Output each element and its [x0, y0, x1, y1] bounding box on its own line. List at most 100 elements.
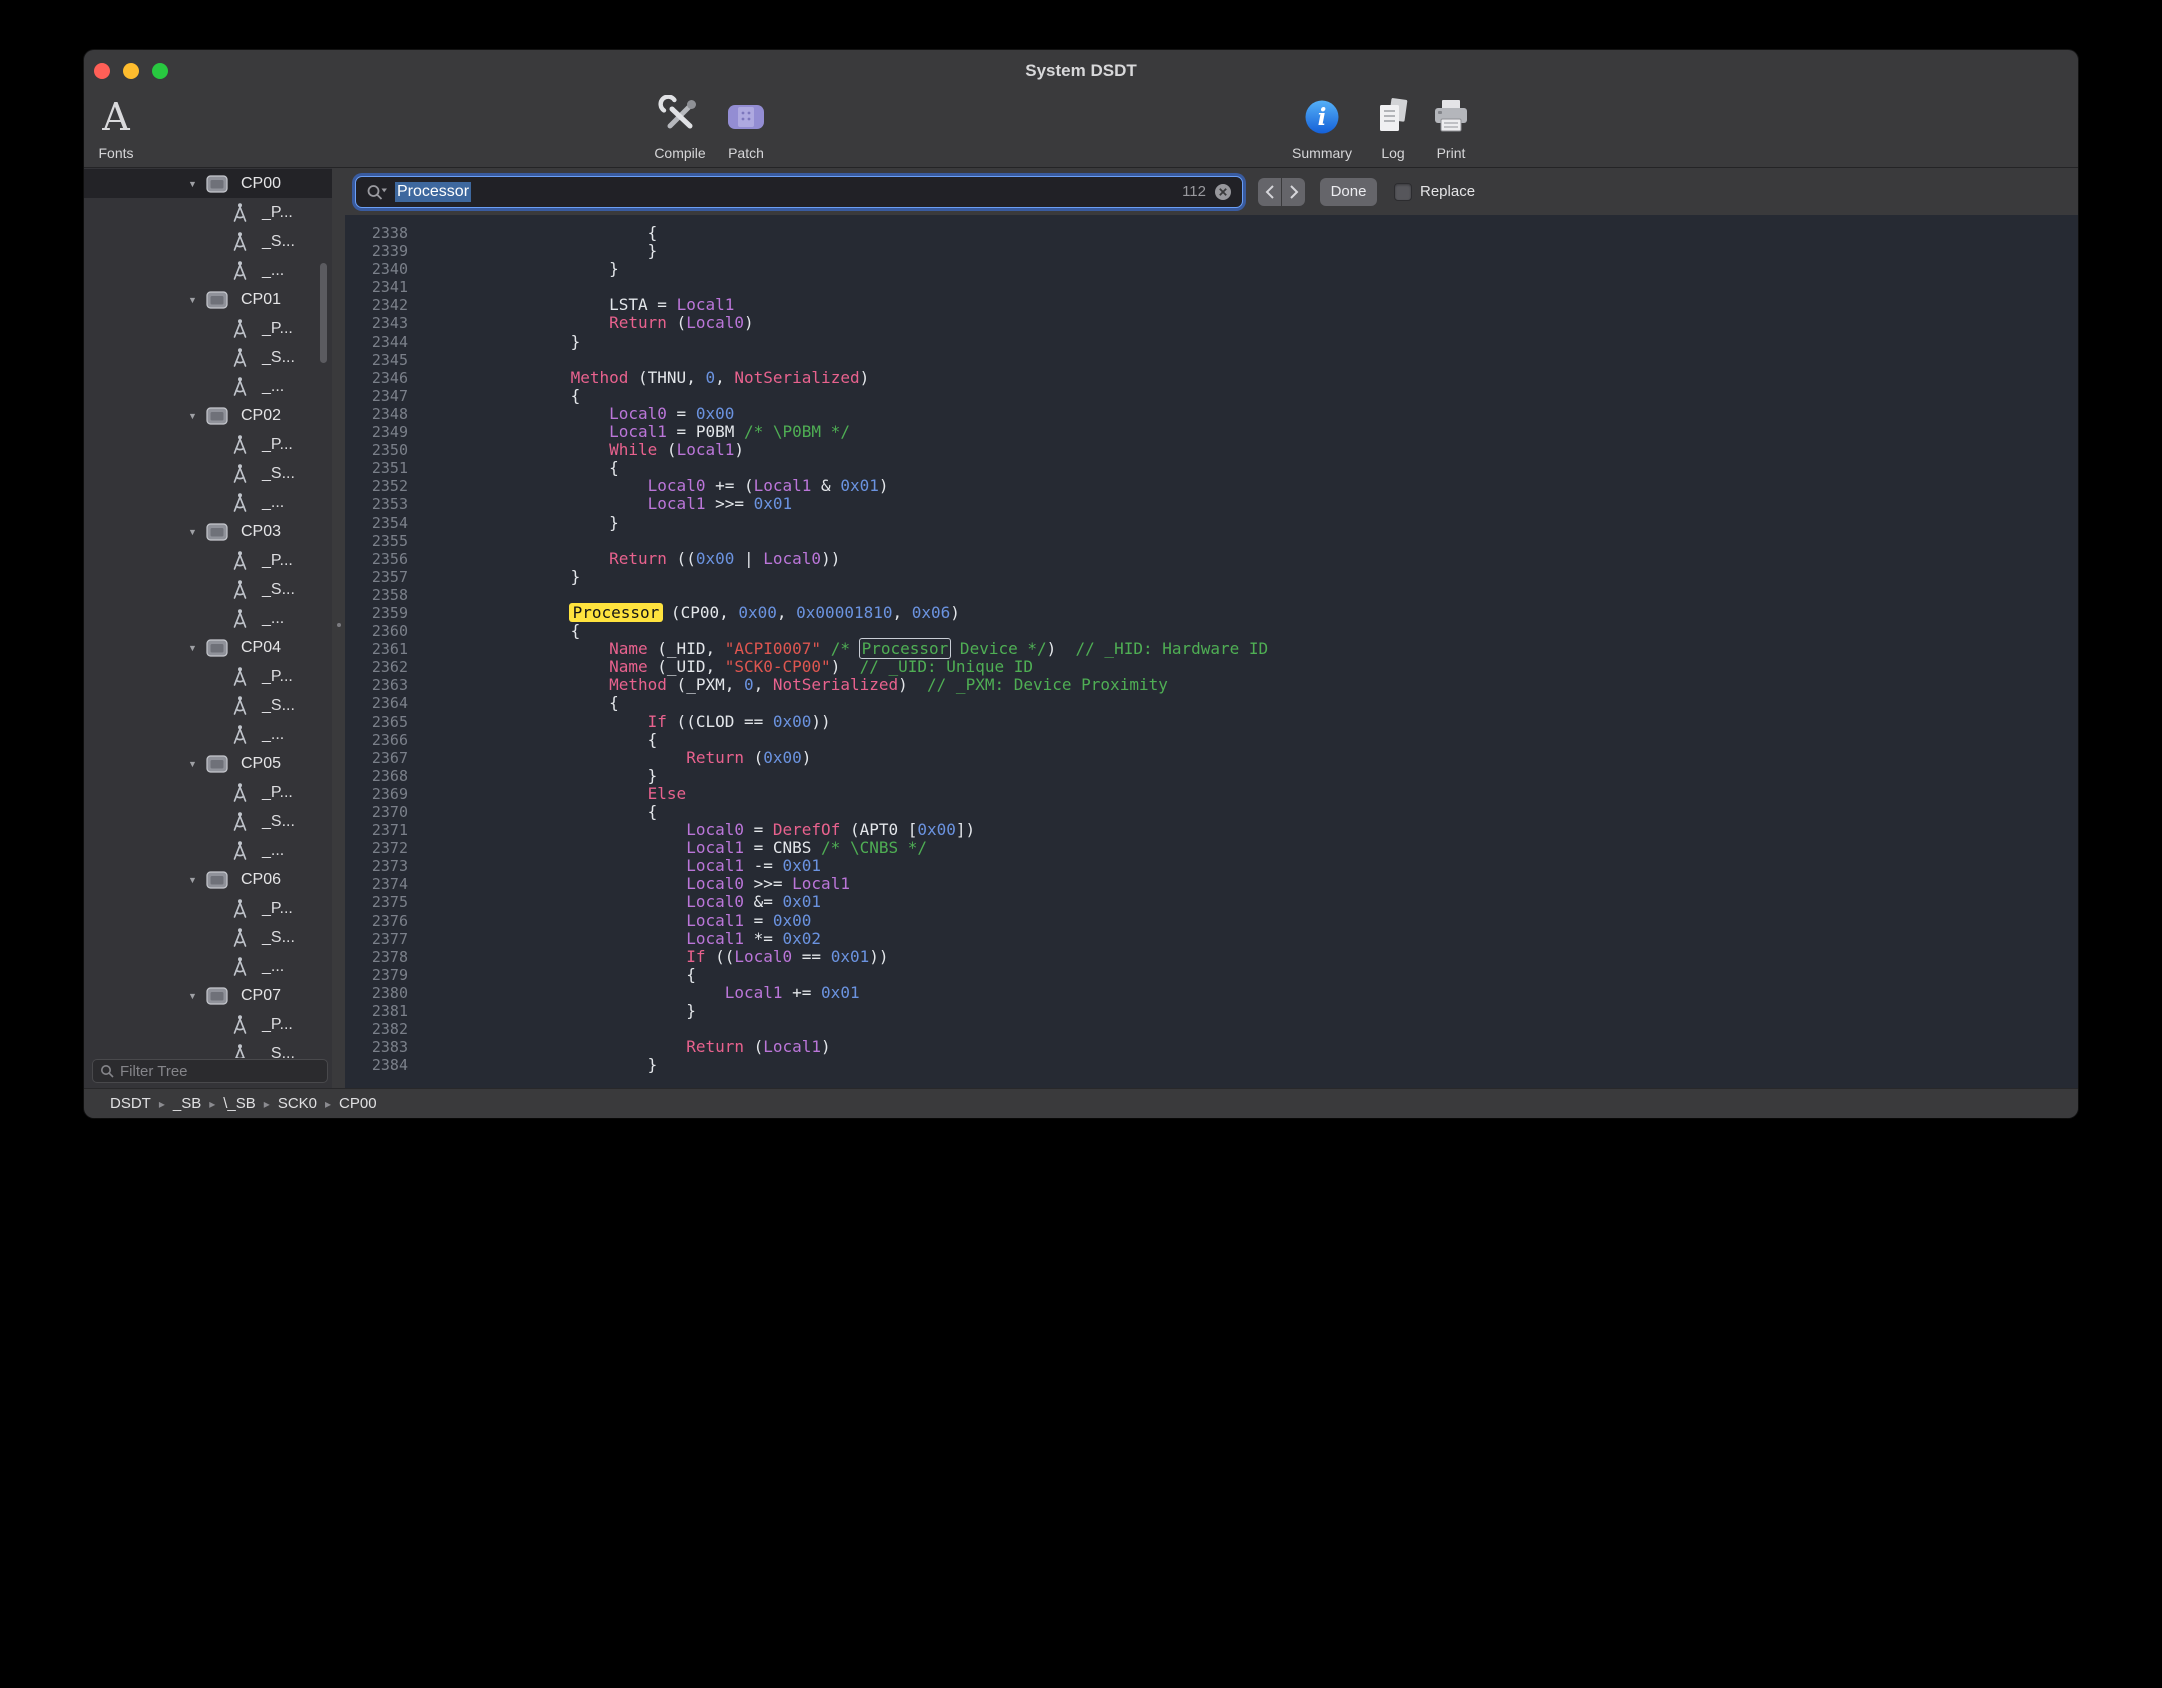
breadcrumb-item[interactable]: CP00	[339, 1095, 377, 1112]
code-line[interactable]: Processor (CP00, 0x00, 0x00001810, 0x06)	[455, 604, 2078, 622]
code-line[interactable]: Else	[455, 785, 2078, 803]
replace-option[interactable]: Replace	[1394, 183, 1475, 201]
breadcrumb-item[interactable]: DSDT	[110, 1095, 151, 1112]
toolbar-fonts-button[interactable]: A Fonts	[84, 90, 164, 161]
code-line[interactable]: Name (_HID, "ACPI0007" /* Processor Devi…	[455, 640, 2078, 658]
tree-group-cp07[interactable]: ▼CP07	[84, 981, 332, 1010]
tree-item[interactable]: _...	[84, 604, 332, 633]
code-line[interactable]: Method (_PXM, 0, NotSerialized) // _PXM:…	[455, 676, 2078, 694]
tree-item[interactable]: _...	[84, 488, 332, 517]
tree-item[interactable]: _S...	[84, 807, 332, 836]
disclosure-triangle-icon[interactable]: ▼	[188, 759, 206, 769]
tree-item[interactable]: _...	[84, 256, 332, 285]
code-line[interactable]: }	[455, 260, 2078, 278]
code-line[interactable]: Return (0x00)	[455, 749, 2078, 767]
code-line[interactable]: While (Local1)	[455, 441, 2078, 459]
disclosure-triangle-icon[interactable]: ▼	[188, 643, 206, 653]
code-line[interactable]	[455, 351, 2078, 369]
code-line[interactable]: Local1 = CNBS /* \CNBS */	[455, 839, 2078, 857]
breadcrumb-item[interactable]: SCK0	[278, 1095, 317, 1112]
disclosure-triangle-icon[interactable]: ▼	[188, 527, 206, 537]
tree-item[interactable]: _P...	[84, 778, 332, 807]
code-line[interactable]: {	[455, 224, 2078, 242]
code-line[interactable]: }	[455, 568, 2078, 586]
tree-item[interactable]: _P...	[84, 662, 332, 691]
code-line[interactable]: Local0 = 0x00	[455, 405, 2078, 423]
tree-item[interactable]: _P...	[84, 894, 332, 923]
tree-group-cp06[interactable]: ▼CP06	[84, 865, 332, 894]
code-line[interactable]	[455, 1020, 2078, 1038]
tree-item[interactable]: _P...	[84, 198, 332, 227]
code-line[interactable]: Method (THNU, 0, NotSerialized)	[455, 369, 2078, 387]
disclosure-triangle-icon[interactable]: ▼	[188, 295, 206, 305]
code-line[interactable]: LSTA = Local1	[455, 296, 2078, 314]
tree-item[interactable]: _...	[84, 372, 332, 401]
code-line[interactable]: Local0 += (Local1 & 0x01)	[455, 477, 2078, 495]
filter-tree-field[interactable]: Filter Tree	[92, 1059, 328, 1083]
clear-search-button[interactable]	[1214, 183, 1232, 201]
code-line[interactable]: }	[455, 1002, 2078, 1020]
code-line[interactable]: {	[455, 387, 2078, 405]
tree-group-cp00[interactable]: ▼CP00	[84, 169, 332, 198]
code-line[interactable]: Return (Local0)	[455, 314, 2078, 332]
tree-item[interactable]: _S...	[84, 691, 332, 720]
code-line[interactable]: {	[455, 622, 2078, 640]
previous-match-button[interactable]	[1258, 178, 1281, 206]
tree-item[interactable]: _P...	[84, 546, 332, 575]
tree-item[interactable]: _...	[84, 720, 332, 749]
tree-group-cp05[interactable]: ▼CP05	[84, 749, 332, 778]
disclosure-triangle-icon[interactable]: ▼	[188, 875, 206, 885]
code-line[interactable]: Local0 = DerefOf (APT0 [0x00])	[455, 821, 2078, 839]
tree-group-cp04[interactable]: ▼CP04	[84, 633, 332, 662]
code-line[interactable]: Return (Local1)	[455, 1038, 2078, 1056]
code-line[interactable]: Name (_UID, "SCK0-CP00") // _UID: Unique…	[455, 658, 2078, 676]
code-line[interactable]: }	[455, 333, 2078, 351]
code-line[interactable]: {	[455, 459, 2078, 477]
code-line[interactable]: Local1 = 0x00	[455, 912, 2078, 930]
code-line[interactable]: Local1 -= 0x01	[455, 857, 2078, 875]
toolbar-patch-button[interactable]: Patch	[698, 90, 794, 161]
code-line[interactable]: {	[455, 731, 2078, 749]
tree-group-cp03[interactable]: ▼CP03	[84, 517, 332, 546]
code-line[interactable]: Local0 &= 0x01	[455, 893, 2078, 911]
code-line[interactable]: }	[455, 242, 2078, 260]
disclosure-triangle-icon[interactable]: ▼	[188, 991, 206, 1001]
code-line[interactable]	[455, 278, 2078, 296]
tree-item[interactable]: _...	[84, 952, 332, 981]
tree-group-cp01[interactable]: ▼CP01	[84, 285, 332, 314]
breadcrumb-item[interactable]: \_SB	[223, 1095, 256, 1112]
next-match-button[interactable]	[1282, 178, 1305, 206]
code-line[interactable]: }	[455, 767, 2078, 785]
search-input[interactable]: Processor 112	[355, 176, 1243, 208]
toolbar-print-button[interactable]: Print	[1403, 90, 1499, 161]
code-lines[interactable]: { } } LSTA = Local1 Return (Local0) } Me…	[420, 215, 2078, 1088]
code-line[interactable]: Return ((0x00 | Local0))	[455, 550, 2078, 568]
tree-group-cp02[interactable]: ▼CP02	[84, 401, 332, 430]
tree-item[interactable]: _S...	[84, 459, 332, 488]
code-line[interactable]: }	[455, 514, 2078, 532]
code-line[interactable]: }	[455, 1056, 2078, 1074]
tree-item[interactable]: _S...	[84, 575, 332, 604]
code-line[interactable]	[455, 532, 2078, 550]
pane-splitter[interactable]	[332, 168, 345, 1088]
code-line[interactable]: {	[455, 803, 2078, 821]
code-line[interactable]: If ((CLOD == 0x00))	[455, 713, 2078, 731]
tree-item[interactable]: _...	[84, 836, 332, 865]
tree-item[interactable]: _S...	[84, 227, 332, 256]
done-button[interactable]: Done	[1320, 178, 1377, 206]
tree-item[interactable]: _P...	[84, 430, 332, 459]
tree-item[interactable]: _S...	[84, 923, 332, 952]
tree-item[interactable]: _S...	[84, 343, 332, 372]
code-line[interactable]	[455, 586, 2078, 604]
disclosure-triangle-icon[interactable]: ▼	[188, 411, 206, 421]
breadcrumb-item[interactable]: _SB	[173, 1095, 201, 1112]
code-line[interactable]: {	[455, 694, 2078, 712]
tree-item[interactable]: _P...	[84, 1010, 332, 1039]
code-line[interactable]: Local1 = P0BM /* \P0BM */	[455, 423, 2078, 441]
code-editor[interactable]: 2338233923402341234223432344234523462347…	[345, 215, 2078, 1088]
code-line[interactable]: If ((Local0 == 0x01))	[455, 948, 2078, 966]
tree-item[interactable]: _P...	[84, 314, 332, 343]
code-line[interactable]: Local1 += 0x01	[455, 984, 2078, 1002]
code-line[interactable]: Local1 *= 0x02	[455, 930, 2078, 948]
code-line[interactable]: Local1 >>= 0x01	[455, 495, 2078, 513]
